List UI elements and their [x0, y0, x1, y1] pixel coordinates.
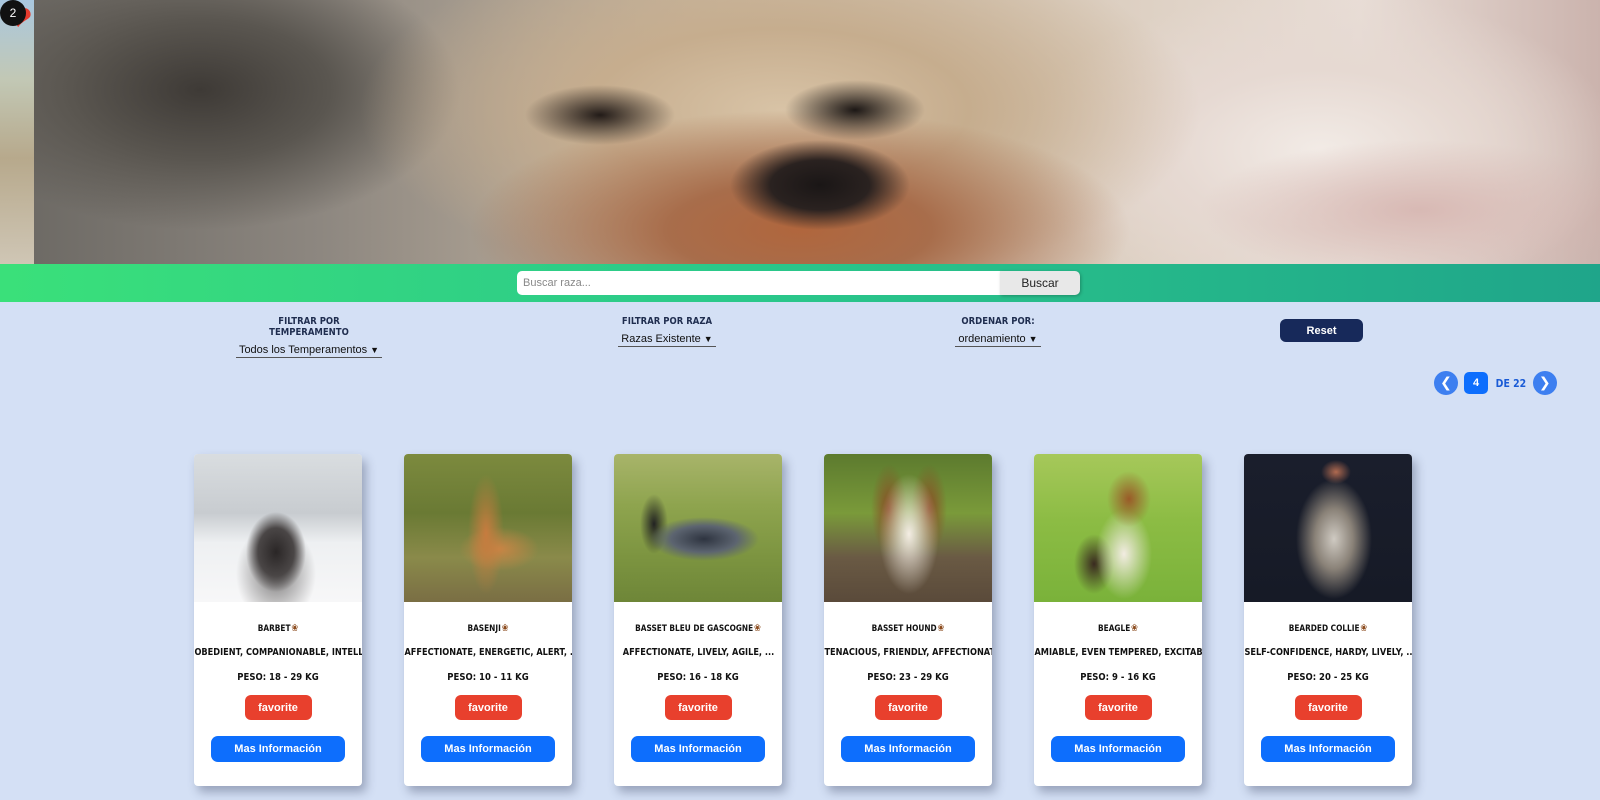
dog-photo — [614, 454, 782, 602]
dog-photo — [404, 454, 572, 602]
breed-name: BEARDED COLLIE❀ — [1259, 623, 1397, 634]
current-page: 4 — [1464, 372, 1488, 394]
breed-name-text: BEAGLE — [1098, 624, 1131, 634]
breed-weight: PESO: 16 - 18 KG — [657, 672, 739, 683]
breed-name-text: BASSET HOUND — [871, 624, 937, 634]
more-info-button[interactable]: Mas Información — [631, 736, 765, 762]
breed-temperament: SELF-CONFIDENCE, HARDY, LIVELY, ... — [1244, 647, 1412, 658]
search-bar: Buscar — [0, 264, 1600, 302]
more-info-button[interactable]: Mas Información — [1051, 736, 1185, 762]
breed-card-basenji: BASENJI❀ AFFECTIONATE, ENERGETIC, ALERT,… — [404, 454, 572, 786]
chevron-right-icon[interactable]: ❯ — [1532, 371, 1557, 395]
dog-photo — [1034, 454, 1202, 602]
breed-filter-label: FILTRAR POR RAZA — [621, 316, 713, 327]
breed-card-beagle: BEAGLE❀ AMIABLE, EVEN TEMPERED, EXCITABL… — [1034, 454, 1202, 786]
paw-icon: ❀ — [291, 623, 299, 634]
breed-weight: PESO: 20 - 25 KG — [1287, 672, 1369, 683]
favorite-button[interactable]: favorite — [664, 695, 732, 720]
breed-card-basset-hound: BASSET HOUND❀ TENACIOUS, FRIENDLY, AFFEC… — [824, 454, 992, 786]
hero-background-blanket — [1170, 130, 1600, 264]
chevron-down-icon: ▼ — [703, 334, 713, 344]
paw-icon: ❀ — [753, 623, 761, 634]
more-info-button[interactable]: Mas Información — [211, 736, 345, 762]
breed-select[interactable]: Razas Existente ▼ — [618, 333, 716, 347]
favorite-button[interactable]: favorite — [1084, 695, 1152, 720]
breed-temperament: AMIABLE, EVEN TEMPERED, EXCITABLE, ... — [1034, 647, 1202, 658]
breed-weight: PESO: 9 - 16 KG — [1080, 672, 1156, 683]
breed-temperament: AFFECTIONATE, LIVELY, AGILE, ... — [622, 647, 775, 658]
paw-icon: ❀ — [1360, 623, 1368, 634]
favorite-button[interactable]: favorite — [874, 695, 942, 720]
dog-photo — [1244, 454, 1412, 602]
breed-card-bearded-collie: BEARDED COLLIE❀ SELF-CONFIDENCE, HARDY, … — [1244, 454, 1412, 786]
paw-icon: ❀ — [501, 623, 509, 634]
breed-card-basset-bleu: BASSET BLEU DE GASCOGNE❀ AFFECTIONATE, L… — [614, 454, 782, 786]
more-info-button[interactable]: Mas Información — [841, 736, 975, 762]
breed-name-text: BASSET BLEU DE GASCOGNE — [635, 624, 754, 634]
breed-weight: PESO: 23 - 29 KG — [867, 672, 949, 683]
breed-temperament: AFFECTIONATE, ENERGETIC, ALERT, ... — [404, 647, 572, 658]
pagination: ❮ 4 DE 22 ❯ — [1434, 371, 1557, 395]
temperament-filter-label: FILTRAR POR TEMPERAMENTO — [269, 316, 349, 338]
chevron-down-icon: ▼ — [1028, 334, 1038, 344]
search-input[interactable] — [517, 271, 1000, 295]
dog-photo — [824, 454, 992, 602]
dog-photo — [194, 454, 362, 602]
chevron-left-icon[interactable]: ❮ — [1434, 371, 1458, 395]
favorite-button[interactable]: favorite — [454, 695, 522, 720]
breed-card-barbet: BARBET❀ OBEDIENT, COMPANIONABLE, INTELLI… — [194, 454, 362, 786]
chevron-down-icon: ▼ — [370, 345, 380, 355]
favorites-count-badge[interactable]: 2 — [0, 0, 26, 26]
breed-name: BARBET❀ — [209, 623, 347, 634]
hero-left-strip — [0, 0, 34, 264]
breed-temperament: OBEDIENT, COMPANIONABLE, INTELLIGENT, ..… — [194, 647, 362, 658]
order-select-value: ordenamiento — [958, 333, 1026, 345]
reset-button[interactable]: Reset — [1280, 319, 1363, 342]
order-filter-label: ORDENAR POR: — [961, 316, 1035, 327]
temperament-select[interactable]: Todos los Temperamentos ▼ — [235, 344, 383, 358]
paw-icon: ❀ — [1131, 623, 1138, 634]
breed-name-text: BEARDED COLLIE — [1288, 624, 1360, 634]
breed-name-text: BASENJI — [467, 624, 501, 634]
breed-name-text: BARBET — [257, 624, 291, 634]
page-total: DE 22 — [1495, 376, 1527, 390]
favorite-button[interactable]: favorite — [1294, 695, 1362, 720]
breed-name: BEAGLE❀ — [1049, 623, 1187, 634]
hero-banner-image — [0, 0, 1600, 264]
search-button[interactable]: Buscar — [1000, 271, 1080, 295]
paw-icon: ❀ — [937, 623, 945, 634]
breed-filter: FILTRAR POR RAZA Razas Existente ▼ — [606, 316, 728, 347]
temperament-filter: FILTRAR POR TEMPERAMENTO Todos los Tempe… — [232, 316, 386, 358]
more-info-button[interactable]: Mas Información — [421, 736, 555, 762]
breed-name: BASSET BLEU DE GASCOGNE❀ — [629, 623, 767, 634]
breed-name: BASSET HOUND❀ — [839, 623, 977, 634]
more-info-button[interactable]: Mas Información — [1261, 736, 1395, 762]
temperament-select-value: Todos los Temperamentos — [238, 344, 368, 356]
order-filter: ORDENAR POR: ordenamiento ▼ — [944, 316, 1052, 347]
breed-weight: PESO: 10 - 11 KG — [447, 672, 529, 683]
breed-temperament: TENACIOUS, FRIENDLY, AFFECTIONATE, ... — [824, 647, 992, 658]
breed-select-value: Razas Existente — [621, 333, 701, 345]
breed-name: BASENJI❀ — [419, 623, 557, 634]
order-select[interactable]: ordenamiento ▼ — [955, 333, 1041, 347]
breed-weight: PESO: 18 - 29 KG — [237, 672, 319, 683]
favorite-button[interactable]: favorite — [244, 695, 312, 720]
